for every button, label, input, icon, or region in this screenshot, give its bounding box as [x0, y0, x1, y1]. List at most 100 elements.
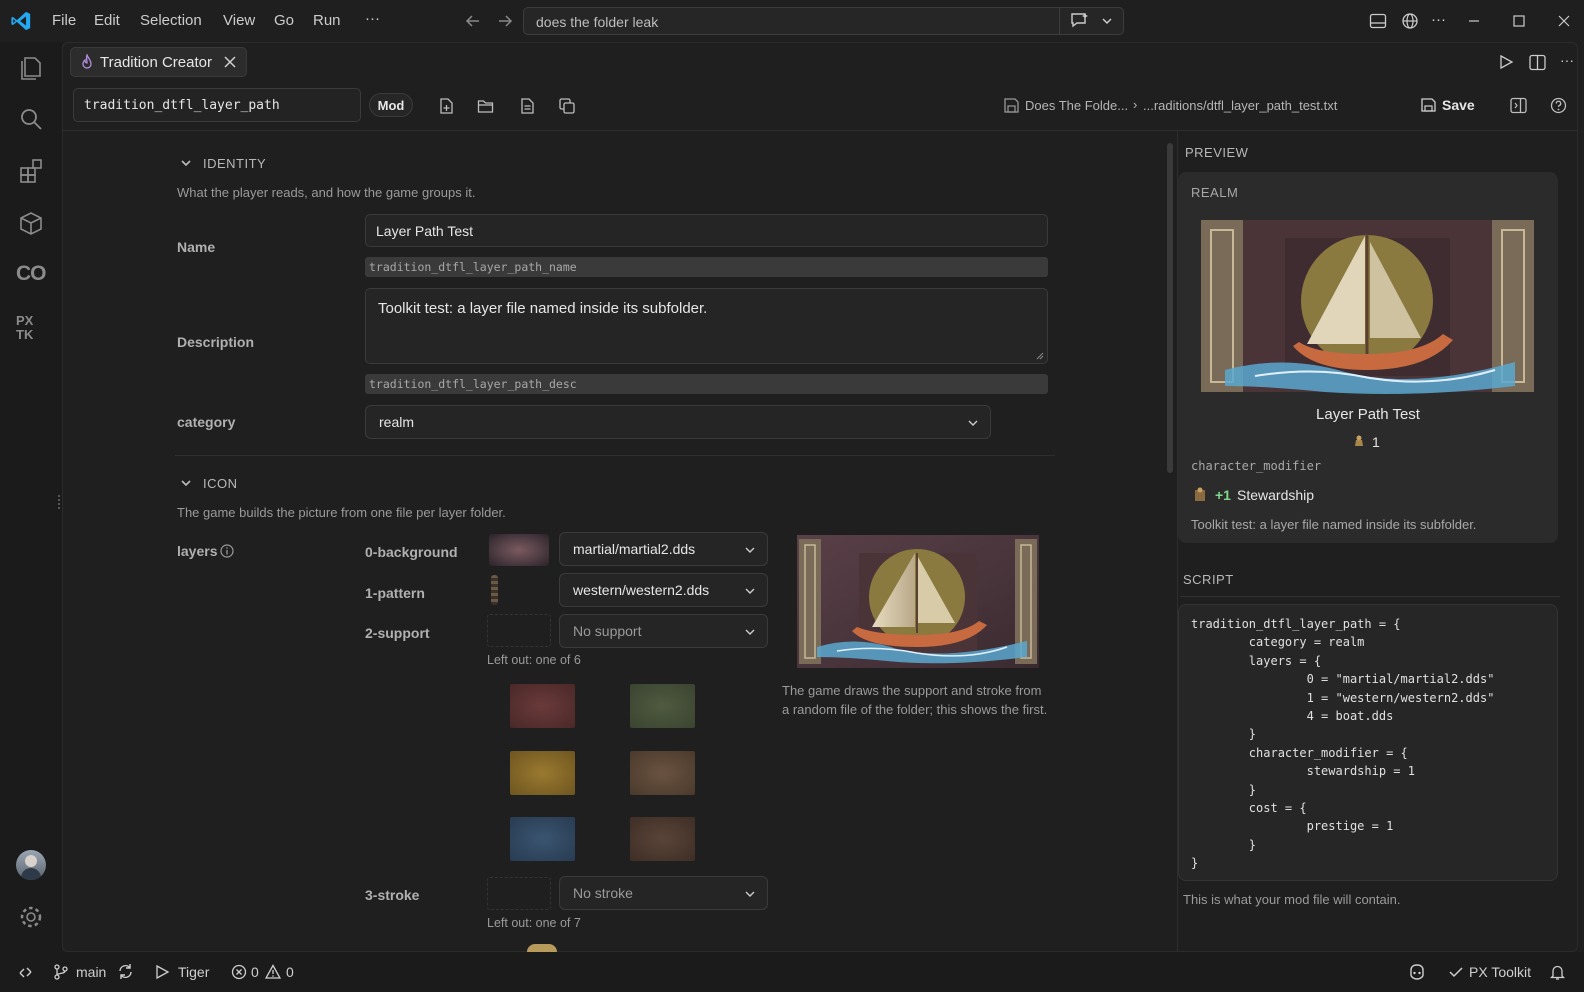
sidebar-sash-handle[interactable] — [58, 495, 61, 509]
command-center-search[interactable]: does the folder leak — [523, 7, 1124, 35]
error-count[interactable]: 0 — [251, 964, 259, 980]
menu-edit[interactable]: Edit — [94, 12, 120, 29]
layer-2-select[interactable]: No support — [559, 614, 768, 648]
layout-panel-icon[interactable] — [1369, 12, 1387, 30]
identity-collapse-chevron-icon[interactable] — [180, 157, 192, 169]
sync-icon[interactable] — [117, 963, 134, 980]
search-text: does the folder leak — [536, 14, 659, 30]
px-toolkit-icon[interactable]: PX TK — [16, 314, 46, 344]
support-swatch-blue[interactable] — [510, 817, 575, 861]
script-footer: This is what your mod file will contain. — [1183, 892, 1401, 907]
section-divider — [175, 455, 1055, 456]
package-icon[interactable] — [16, 208, 46, 238]
menu-run[interactable]: Run — [313, 12, 341, 29]
new-file-icon[interactable] — [437, 97, 455, 115]
menu-go[interactable]: Go — [274, 12, 294, 29]
close-window-icon[interactable] — [1556, 13, 1572, 29]
support-swatch-brown[interactable] — [630, 751, 695, 795]
help-icon[interactable] — [1550, 97, 1567, 114]
save-label: Save — [1442, 97, 1475, 113]
settings-gear-icon[interactable] — [16, 902, 46, 932]
breadcrumb-file[interactable]: ...raditions/dtfl_layer_path_test.txt — [1143, 98, 1337, 113]
toggle-preview-icon[interactable] — [1510, 97, 1527, 114]
layer-3-select[interactable]: No stroke — [559, 876, 768, 910]
chevron-down-icon[interactable] — [1101, 15, 1113, 27]
run-target-label[interactable]: Tiger — [178, 964, 209, 980]
check-icon — [1448, 964, 1464, 980]
layer-3-note: Left out: one of 7 — [487, 916, 581, 930]
tab-label: Tradition Creator — [100, 54, 212, 71]
identity-heading: IDENTITY — [203, 156, 267, 171]
back-arrow-icon[interactable] — [464, 12, 482, 30]
menu-view[interactable]: View — [223, 12, 255, 29]
composed-icon-preview — [797, 535, 1039, 668]
explorer-icon[interactable] — [16, 52, 46, 82]
more-actions-icon[interactable]: ··· — [1431, 11, 1449, 29]
run-target-play-icon[interactable] — [154, 964, 170, 980]
warning-icon[interactable] — [265, 964, 281, 980]
mod-badge[interactable]: Mod — [369, 93, 413, 117]
resize-handle-icon[interactable] — [1036, 352, 1044, 360]
title-bar: File Edit Selection View Go Run ··· does… — [0, 0, 1584, 42]
layer-3-empty-thumbnail — [487, 877, 551, 910]
chevron-down-icon — [967, 417, 979, 429]
account-avatar[interactable] — [16, 850, 46, 880]
name-label: Name — [177, 239, 216, 255]
remote-icon[interactable] — [17, 964, 34, 981]
script-divider — [1180, 596, 1560, 597]
breadcrumb-folder[interactable]: Does The Folde... — [1025, 98, 1128, 113]
layer-1-select[interactable]: western/western2.dds — [559, 573, 768, 607]
support-swatch-dark-brown[interactable] — [630, 817, 695, 861]
document-icon[interactable] — [518, 97, 536, 115]
error-icon[interactable] — [231, 964, 247, 980]
forward-arrow-icon[interactable] — [496, 12, 514, 30]
chat-sparkle-icon[interactable] — [1070, 12, 1090, 30]
chevron-down-icon — [744, 888, 756, 900]
maximize-icon[interactable] — [1511, 13, 1527, 29]
layer-3-value: No stroke — [573, 885, 633, 901]
split-editor-icon[interactable] — [1529, 54, 1546, 71]
layer-1-thumbnail — [491, 575, 498, 605]
co-extension-icon[interactable]: CO — [16, 262, 47, 292]
open-folder-icon[interactable] — [477, 97, 495, 115]
warning-count[interactable]: 0 — [286, 964, 294, 980]
copilot-icon[interactable] — [1408, 963, 1426, 981]
layer-1-value: western/western2.dds — [573, 582, 710, 598]
save-button[interactable]: Save — [1420, 96, 1495, 118]
description-textarea[interactable]: Toolkit test: a layer file named inside … — [365, 288, 1048, 364]
extension-status[interactable]: PX Toolkit — [1469, 964, 1531, 980]
preview-modifier-value: +1 — [1215, 487, 1231, 503]
icon-hint: The game builds the picture from one fil… — [177, 505, 506, 520]
main-scrollbar-thumb[interactable] — [1167, 143, 1173, 473]
name-input[interactable]: Layer Path Test — [365, 214, 1048, 247]
search-icon[interactable] — [16, 104, 46, 134]
git-branch-name[interactable]: main — [76, 964, 106, 980]
info-icon[interactable] — [220, 544, 234, 558]
stewardship-icon — [1193, 487, 1207, 502]
menu-file[interactable]: File — [52, 12, 76, 29]
script-heading: SCRIPT — [1183, 572, 1234, 587]
notifications-bell-icon[interactable] — [1549, 963, 1566, 981]
script-code-block: tradition_dtfl_layer_path = { category =… — [1178, 604, 1558, 881]
menu-more[interactable]: ··· — [365, 10, 380, 27]
run-icon[interactable] — [1498, 54, 1514, 70]
editor-more-icon[interactable]: ··· — [1560, 52, 1574, 68]
save-file-icon — [1003, 97, 1019, 114]
chevron-down-icon — [744, 626, 756, 638]
minimize-icon[interactable] — [1466, 13, 1482, 29]
layer-2-empty-thumbnail — [487, 614, 551, 647]
support-swatch-red[interactable] — [510, 684, 575, 728]
support-swatch-green[interactable] — [630, 684, 695, 728]
globe-icon[interactable] — [1401, 12, 1419, 30]
git-branch-icon[interactable] — [52, 963, 70, 981]
close-tab-icon[interactable] — [223, 55, 237, 69]
layer-0-select[interactable]: martial/martial2.dds — [559, 532, 768, 566]
duplicate-icon[interactable] — [558, 97, 576, 115]
category-select[interactable]: realm — [365, 405, 991, 439]
tradition-id-input[interactable]: tradition_dtfl_layer_path — [73, 88, 361, 122]
extensions-icon[interactable] — [16, 156, 46, 186]
tab-tradition-creator[interactable]: Tradition Creator — [70, 47, 247, 77]
support-swatch-gold[interactable] — [510, 751, 575, 795]
icon-collapse-chevron-icon[interactable] — [180, 477, 192, 489]
menu-selection[interactable]: Selection — [140, 12, 202, 29]
